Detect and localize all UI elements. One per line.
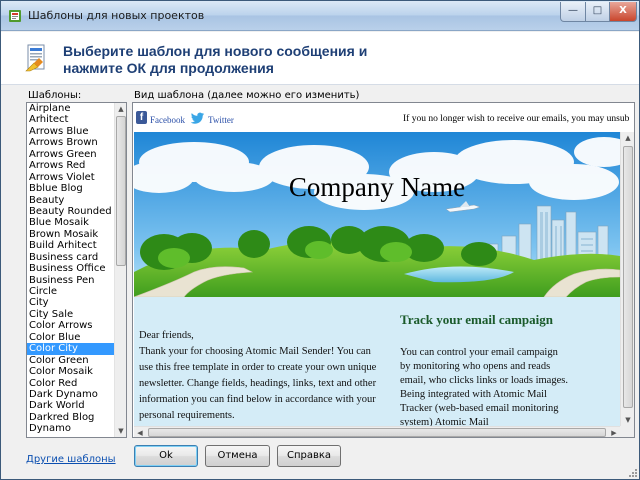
template-list-item[interactable]: Color City: [27, 343, 115, 355]
template-list-item[interactable]: Beauty: [27, 195, 115, 206]
scroll-thumb[interactable]: [148, 428, 606, 437]
template-list-item[interactable]: Blue Mosaik: [27, 217, 115, 228]
templates-list-items: Airplane Arhitect Arrows Blue Arrows Brown A…: [27, 103, 115, 435]
templates-scrollbar[interactable]: ▲ ▼: [114, 103, 126, 437]
ok-button[interactable]: Ok: [134, 445, 198, 467]
minimize-button[interactable]: —: [560, 2, 586, 22]
scroll-thumb[interactable]: [623, 146, 633, 408]
template-list-item[interactable]: Darkred Blog: [27, 412, 115, 423]
template-preview: f Facebook Twitter If you no longer wish…: [132, 102, 635, 438]
scroll-corner: [620, 426, 634, 437]
templates-list[interactable]: Airplane Arhitect Arrows Blue Arrows Brown A…: [26, 102, 127, 438]
template-list-item[interactable]: Dark World: [27, 400, 115, 411]
title-bar[interactable]: Шаблоны для новых проектов — □ X: [1, 1, 639, 31]
template-list-item[interactable]: City Sale: [27, 309, 115, 320]
track-campaign-text: You can control your email campaign by m…: [400, 347, 568, 427]
track-campaign-heading: Track your email campaign: [400, 312, 553, 327]
templates-label: Шаблоны:: [28, 90, 82, 101]
template-list-item[interactable]: Arhitect: [27, 114, 115, 125]
template-list-item[interactable]: Arrows Red: [27, 160, 115, 171]
template-list-item[interactable]: Arrows Violet: [27, 172, 115, 183]
template-list-item[interactable]: Airplane: [27, 103, 115, 114]
greeting-line: Dear friends,: [139, 330, 194, 341]
scroll-down-arrow-icon[interactable]: ▼: [115, 425, 126, 437]
template-list-item[interactable]: Business Pen: [27, 275, 115, 286]
template-list-item[interactable]: Build Arhitect: [27, 240, 115, 251]
preview-horizontal-scrollbar[interactable]: ◀ ▶: [134, 426, 620, 437]
template-list-item[interactable]: Beauty Rounded: [27, 206, 115, 217]
preview-vertical-scrollbar[interactable]: ▲ ▼: [620, 132, 634, 426]
template-list-item[interactable]: Bblue Blog: [27, 183, 115, 194]
close-button[interactable]: X: [609, 2, 637, 22]
resize-grip-icon[interactable]: [627, 467, 637, 477]
more-templates-link[interactable]: Другие шаблоны: [26, 454, 116, 465]
template-list-item[interactable]: City: [27, 297, 115, 308]
scroll-up-arrow-icon[interactable]: ▲: [621, 132, 634, 144]
company-name: Company Name: [288, 172, 466, 202]
template-list-item[interactable]: Circle: [27, 286, 115, 297]
twitter-icon[interactable]: [191, 112, 205, 124]
template-list-item[interactable]: Arrows Blue: [27, 126, 115, 137]
template-list-item[interactable]: Color Green: [27, 355, 115, 366]
greeting-text: Dear friends, Thank your for choosing At…: [139, 328, 387, 424]
preview-body: Dear friends, Thank your for choosing At…: [134, 297, 620, 427]
template-list-item[interactable]: Color Blue: [27, 332, 115, 343]
twitter-link[interactable]: Twitter: [208, 115, 234, 125]
intro-paragraph: Thank your for choosing Atomic Mail Send…: [139, 346, 377, 421]
cancel-button[interactable]: Отмена: [205, 445, 270, 467]
template-list-item[interactable]: Arrows Green: [27, 149, 115, 160]
template-list-item[interactable]: Business Office: [27, 263, 115, 274]
templates-dialog: Шаблоны для новых проектов — □ X Выберит…: [0, 0, 640, 480]
scroll-down-arrow-icon[interactable]: ▼: [621, 414, 634, 426]
template-list-item[interactable]: Business card: [27, 252, 115, 263]
scroll-right-arrow-icon[interactable]: ▶: [608, 427, 620, 437]
preview-label: Вид шаблона (далее можно его изменить): [134, 90, 360, 101]
template-list-item[interactable]: Dark Dynamo: [27, 389, 115, 400]
template-list-item[interactable]: Arrows Brown: [27, 137, 115, 148]
scroll-up-arrow-icon[interactable]: ▲: [115, 103, 126, 115]
dialog-heading: Выберите шаблон для нового сообщения и н…: [63, 43, 368, 76]
template-icon: [25, 44, 45, 72]
template-list-item[interactable]: Dynamo: [27, 423, 115, 434]
city-landscape-illustration: [133, 132, 634, 298]
template-list-item[interactable]: Color Red: [27, 378, 115, 389]
template-list-item[interactable]: Color Mosaik: [27, 366, 115, 377]
unsubscribe-text[interactable]: If you no longer wish to receive our ema…: [403, 114, 629, 124]
template-list-item[interactable]: Color Arrows: [27, 320, 115, 331]
facebook-icon[interactable]: f: [136, 111, 147, 124]
banner-image: Company Name: [133, 132, 634, 298]
scroll-left-arrow-icon[interactable]: ◀: [134, 427, 146, 437]
scroll-thumb[interactable]: [116, 116, 126, 266]
window-title: Шаблоны для новых проектов: [28, 9, 205, 22]
help-button[interactable]: Справка: [277, 445, 341, 467]
maximize-button[interactable]: □: [585, 2, 610, 22]
facebook-link[interactable]: Facebook: [150, 115, 185, 125]
dialog-header: Выберите шаблон для нового сообщения и н…: [1, 32, 639, 85]
template-list-item[interactable]: Brown Mosaik: [27, 229, 115, 240]
app-icon: [9, 10, 21, 22]
